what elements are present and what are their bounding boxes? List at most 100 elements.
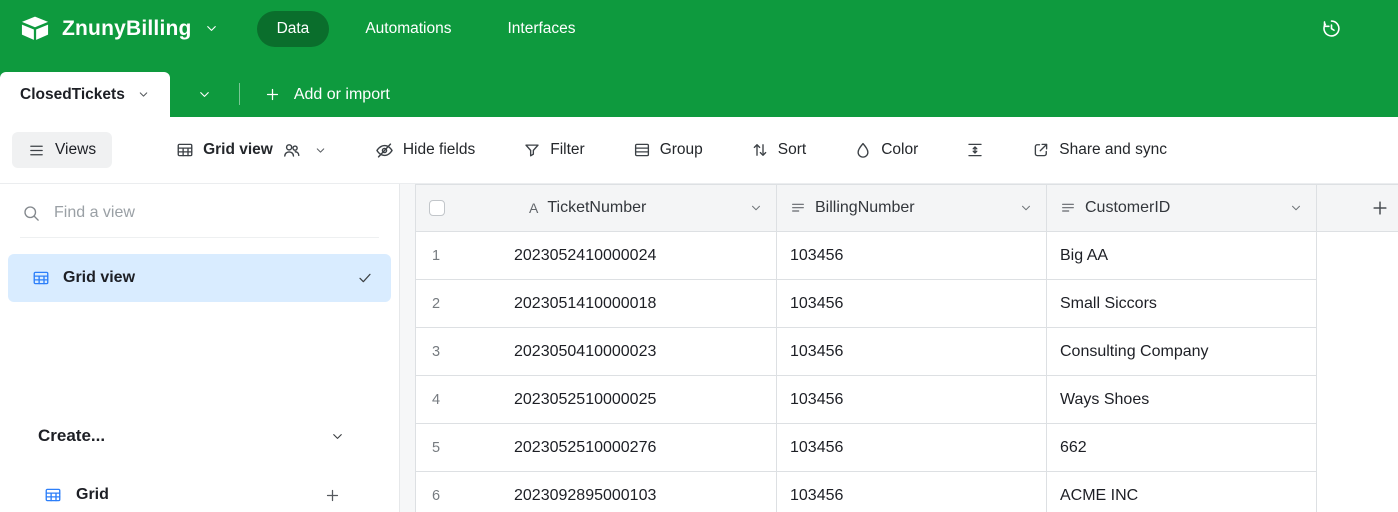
column-name: BillingNumber bbox=[815, 199, 915, 217]
views-sidebar: Grid view Create... Grid bbox=[0, 184, 400, 512]
cell-customerid[interactable]: Consulting Company bbox=[1047, 328, 1317, 376]
field-type-lines-icon bbox=[790, 200, 806, 216]
row-number[interactable]: 1 bbox=[416, 248, 456, 264]
cell-customerid[interactable]: Ways Shoes bbox=[1047, 376, 1317, 424]
cell-billingnumber[interactable]: 103456 bbox=[777, 328, 1047, 376]
chevron-down-icon[interactable] bbox=[1289, 201, 1303, 215]
filter-icon bbox=[523, 141, 541, 159]
sort-label: Sort bbox=[778, 141, 806, 159]
cell-billingnumber[interactable]: 103456 bbox=[777, 280, 1047, 328]
app-logo-icon bbox=[20, 16, 50, 41]
plus-icon[interactable] bbox=[324, 487, 341, 504]
hide-fields-label: Hide fields bbox=[403, 141, 475, 159]
column-header-ticketnumber[interactable]: A TicketNumber bbox=[415, 185, 777, 232]
filter-button[interactable]: Filter bbox=[523, 141, 584, 159]
table-row: 2 2023051410000018 103456 Small Siccors bbox=[415, 280, 1398, 328]
column-name: TicketNumber bbox=[547, 199, 646, 217]
cell-customerid[interactable]: Big AA bbox=[1047, 232, 1317, 280]
create-section-toggle[interactable]: Create... bbox=[0, 414, 399, 458]
check-icon bbox=[357, 270, 373, 286]
current-view-button[interactable]: Grid view bbox=[176, 141, 327, 160]
history-button[interactable] bbox=[1321, 18, 1342, 39]
color-button[interactable]: Color bbox=[854, 141, 918, 159]
tab-label: ClosedTickets bbox=[20, 86, 125, 104]
hide-fields-button[interactable]: Hide fields bbox=[375, 141, 475, 160]
add-or-import-button[interactable]: Add or import bbox=[240, 72, 414, 117]
cell-ticketnumber[interactable]: 6 2023092895000103 bbox=[415, 472, 777, 512]
table-row: 4 2023052510000025 103456 Ways Shoes bbox=[415, 376, 1398, 424]
row-number[interactable]: 4 bbox=[416, 392, 456, 408]
topbar-nav: Data Automations Interfaces bbox=[257, 11, 596, 47]
menu-icon bbox=[28, 142, 45, 159]
share-and-sync-button[interactable]: Share and sync bbox=[1032, 141, 1167, 159]
cell-ticketnumber[interactable]: 4 2023052510000025 bbox=[415, 376, 777, 424]
table-row: 5 2023052510000276 103456 662 bbox=[415, 424, 1398, 472]
cell-customerid[interactable]: ACME INC bbox=[1047, 472, 1317, 512]
cell-ticketnumber[interactable]: 3 2023050410000023 bbox=[415, 328, 777, 376]
grid-canvas: A TicketNumber BillingNumber CustomerID bbox=[400, 184, 1398, 512]
cell-ticketnumber[interactable]: 5 2023052510000276 bbox=[415, 424, 777, 472]
cell-ticketnumber[interactable]: 1 2023052410000024 bbox=[415, 232, 777, 280]
group-label: Group bbox=[660, 141, 703, 159]
create-label: Create... bbox=[38, 426, 105, 446]
cell-billingnumber[interactable]: 103456 bbox=[777, 376, 1047, 424]
row-number[interactable]: 6 bbox=[416, 488, 456, 504]
select-all-checkbox[interactable] bbox=[429, 200, 445, 216]
row-number[interactable]: 3 bbox=[416, 344, 456, 360]
cell-value: 2023092895000103 bbox=[514, 487, 656, 505]
table-row: 3 2023050410000023 103456 Consulting Com… bbox=[415, 328, 1398, 376]
chevron-down-icon bbox=[204, 21, 219, 36]
create-grid-item[interactable]: Grid bbox=[0, 471, 399, 512]
sidebar-item-grid-view[interactable]: Grid view bbox=[8, 254, 391, 302]
grid-view-icon bbox=[176, 141, 194, 159]
app-window: ZnunyBilling Data Automations Interfaces… bbox=[0, 0, 1398, 512]
row-height-button[interactable] bbox=[966, 141, 984, 159]
nav-tab-data[interactable]: Data bbox=[257, 11, 330, 47]
data-grid: A TicketNumber BillingNumber CustomerID bbox=[415, 184, 1398, 512]
cell-customerid[interactable]: 662 bbox=[1047, 424, 1317, 472]
share-icon bbox=[1032, 141, 1050, 159]
cell-billingnumber[interactable]: 103456 bbox=[777, 424, 1047, 472]
cell-billingnumber[interactable]: 103456 bbox=[777, 472, 1047, 512]
views-button[interactable]: Views bbox=[12, 132, 112, 168]
column-header-billingnumber[interactable]: BillingNumber bbox=[777, 185, 1047, 232]
table-tab-bar: ClosedTickets Add or import bbox=[0, 57, 1398, 117]
chevron-down-icon[interactable] bbox=[1019, 201, 1033, 215]
search-icon bbox=[22, 204, 40, 222]
cell-value: 2023052510000276 bbox=[514, 439, 656, 457]
sort-icon bbox=[751, 141, 769, 159]
chevron-down-icon[interactable] bbox=[749, 201, 763, 215]
column-header-customerid[interactable]: CustomerID bbox=[1047, 185, 1317, 232]
cell-value: 2023050410000023 bbox=[514, 343, 656, 361]
sort-button[interactable]: Sort bbox=[751, 141, 806, 159]
table-header-row: A TicketNumber BillingNumber CustomerID bbox=[415, 184, 1398, 232]
views-label: Views bbox=[55, 141, 96, 159]
base-switcher[interactable]: ZnunyBilling bbox=[20, 16, 219, 41]
tab-closedtickets[interactable]: ClosedTickets bbox=[0, 72, 170, 117]
collaborators-icon bbox=[282, 141, 301, 160]
history-icon bbox=[1321, 18, 1342, 39]
cell-billingnumber[interactable]: 103456 bbox=[777, 232, 1047, 280]
add-field-button[interactable] bbox=[1317, 185, 1398, 232]
nav-tab-interfaces[interactable]: Interfaces bbox=[487, 11, 595, 47]
row-height-icon bbox=[966, 141, 984, 159]
tab-list-button[interactable] bbox=[170, 72, 239, 117]
view-toolbar: Views Grid view Hide fields Filter Group bbox=[0, 117, 1398, 184]
add-or-import-label: Add or import bbox=[294, 86, 390, 104]
eye-off-icon bbox=[375, 141, 394, 160]
grid-view-icon bbox=[44, 486, 62, 504]
cell-ticketnumber[interactable]: 2 2023051410000018 bbox=[415, 280, 777, 328]
cell-customerid[interactable]: Small Siccors bbox=[1047, 280, 1317, 328]
chevron-down-icon bbox=[330, 429, 345, 444]
grid-view-icon bbox=[32, 269, 50, 287]
cell-value: 2023051410000018 bbox=[514, 295, 656, 313]
group-button[interactable]: Group bbox=[633, 141, 703, 159]
plus-icon bbox=[1370, 198, 1390, 218]
row-number[interactable]: 5 bbox=[416, 440, 456, 456]
view-search bbox=[20, 204, 379, 238]
nav-tab-automations[interactable]: Automations bbox=[345, 11, 471, 47]
spacer bbox=[0, 302, 399, 414]
find-view-input[interactable] bbox=[54, 204, 377, 222]
field-type-lines-icon bbox=[1060, 200, 1076, 216]
row-number[interactable]: 2 bbox=[416, 296, 456, 312]
